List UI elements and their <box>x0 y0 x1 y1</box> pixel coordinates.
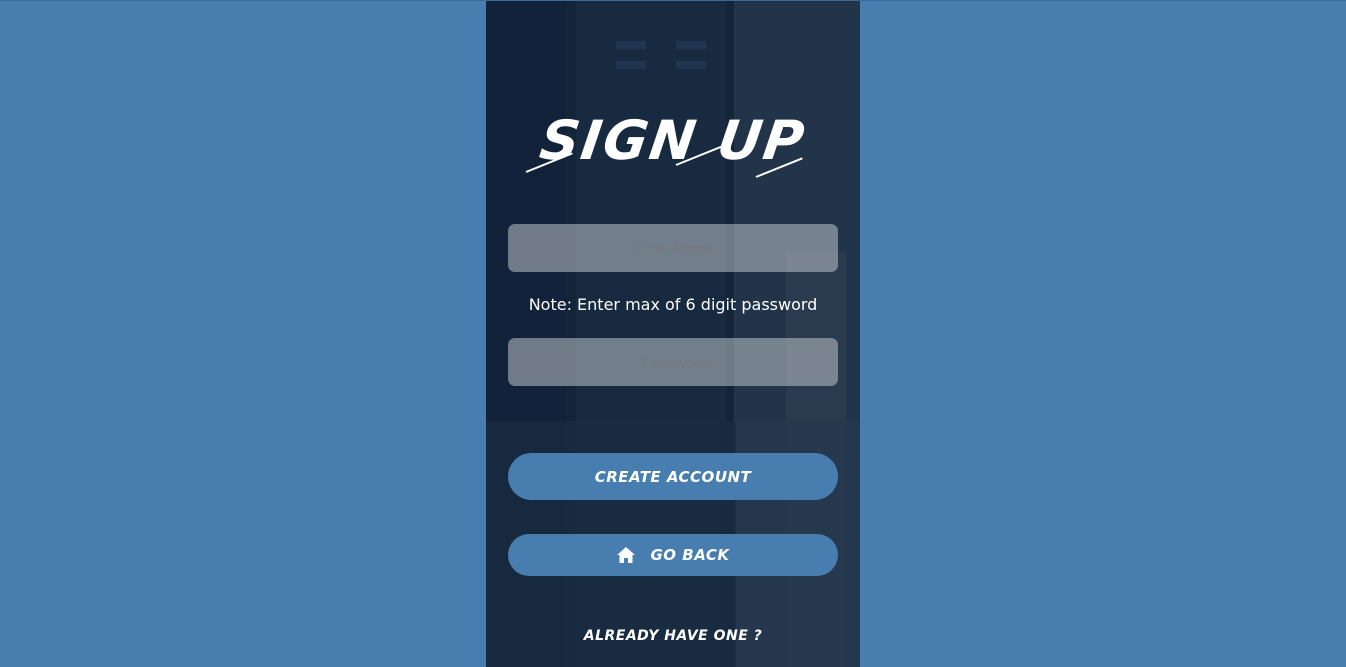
password-field[interactable] <box>508 338 842 388</box>
username-input[interactable] <box>508 224 842 274</box>
signup-panel: SIGN UP Note: Enter max of 6 digit passw… <box>486 1 860 667</box>
go-back-label: GO BACK <box>650 546 730 564</box>
password-note: Note: Enter max of 6 digit password <box>528 295 818 314</box>
home-icon <box>616 547 635 563</box>
go-back-button[interactable]: GO BACK <box>508 534 838 576</box>
password-input[interactable] <box>508 338 842 388</box>
username-field[interactable] <box>508 224 842 274</box>
page-title: SIGN UP <box>536 109 810 172</box>
create-account-button[interactable]: CREATE ACCOUNT <box>508 453 838 500</box>
create-account-label: CREATE ACCOUNT <box>594 467 752 486</box>
already-have-account-link[interactable]: ALREADY HAVE ONE ? <box>486 628 860 644</box>
